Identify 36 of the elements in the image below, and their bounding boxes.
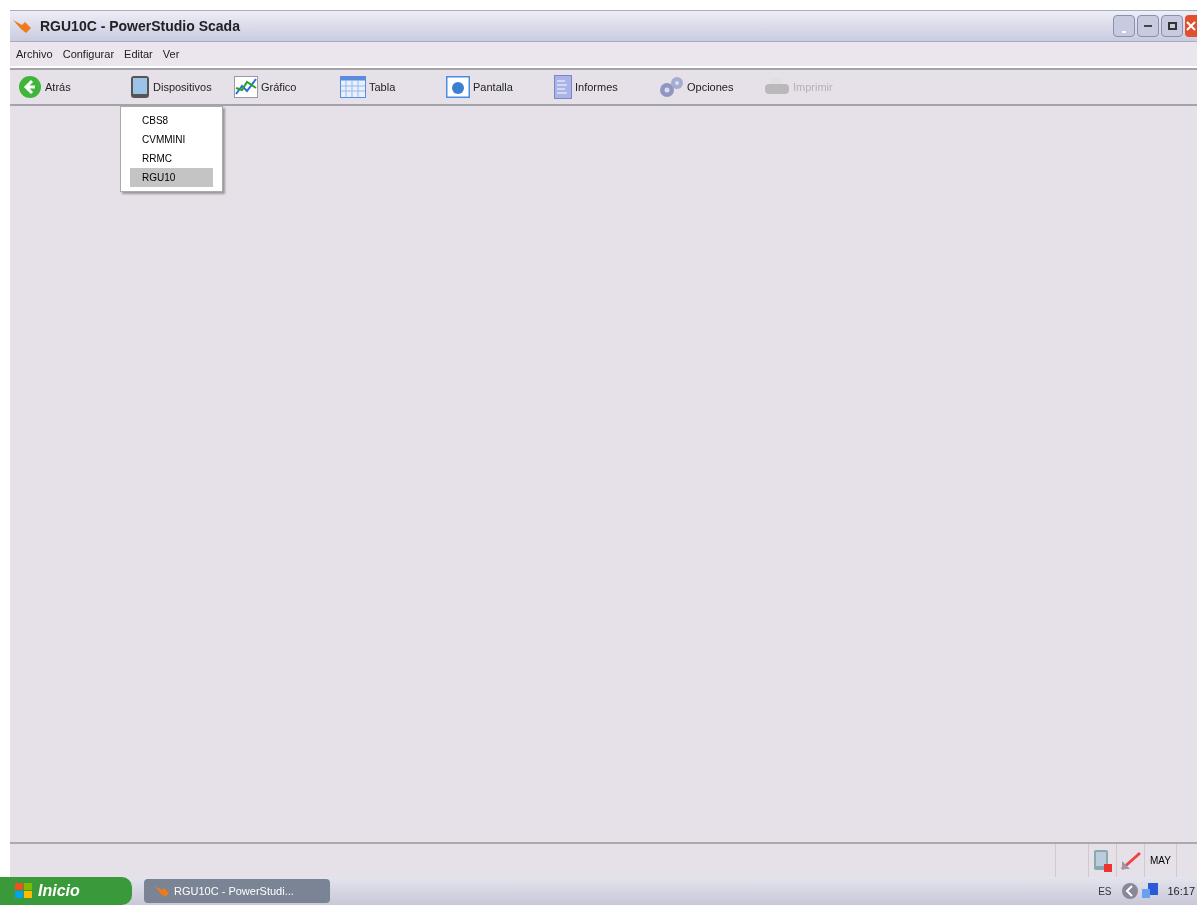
gears-icon — [658, 76, 684, 98]
windows-logo-icon — [14, 882, 34, 900]
language-indicator: ES — [1098, 884, 1112, 899]
menu-item[interactable]: Archivo — [16, 45, 53, 63]
restore-button[interactable] — [1161, 15, 1183, 37]
tablet-icon — [130, 75, 150, 99]
app-logo-icon — [12, 18, 32, 34]
toolbar-button[interactable]: Pantalla — [444, 76, 552, 98]
toolbar-button[interactable]: Opciones — [656, 76, 762, 98]
back-circle-icon — [1121, 882, 1140, 900]
globe-window-icon — [446, 76, 470, 98]
toolbar-button[interactable]: Tabla — [338, 76, 444, 98]
toolbar-button[interactable]: Informes — [552, 75, 656, 99]
network-computers-icon — [1141, 882, 1160, 900]
document-icon — [554, 75, 572, 99]
close-button[interactable] — [1185, 15, 1197, 37]
toolbar-button[interactable]: Gráfico — [232, 76, 338, 98]
menu-item[interactable]: Editar — [124, 45, 153, 63]
menu-item[interactable]: Ver — [162, 45, 180, 63]
app-logo-icon — [154, 884, 170, 898]
table-icon — [340, 76, 366, 98]
menu-item[interactable]: CVMMINI — [130, 130, 213, 149]
minimize-button[interactable] — [1137, 15, 1159, 37]
menu-item[interactable]: RGU10 — [130, 168, 213, 187]
menu-item[interactable]: Configurar — [62, 45, 115, 63]
pencil-icon — [1119, 850, 1142, 871]
menu-item[interactable]: RRMC — [130, 149, 213, 168]
taskbar-button[interactable]: RGU10C - PowerStudi... — [144, 879, 330, 903]
line-chart-icon — [234, 76, 258, 98]
start-button[interactable]: Inicio — [0, 877, 132, 905]
menu-item[interactable]: CBS8 — [130, 111, 213, 130]
toolbar-button[interactable]: Dispositivos — [128, 75, 232, 99]
device-alert-icon — [1092, 848, 1113, 873]
toolbar-button[interactable]: Atrás — [16, 75, 128, 99]
window-title: RGU10C - PowerStudio Scada — [40, 16, 240, 36]
clock: 16:17 — [1167, 883, 1195, 899]
